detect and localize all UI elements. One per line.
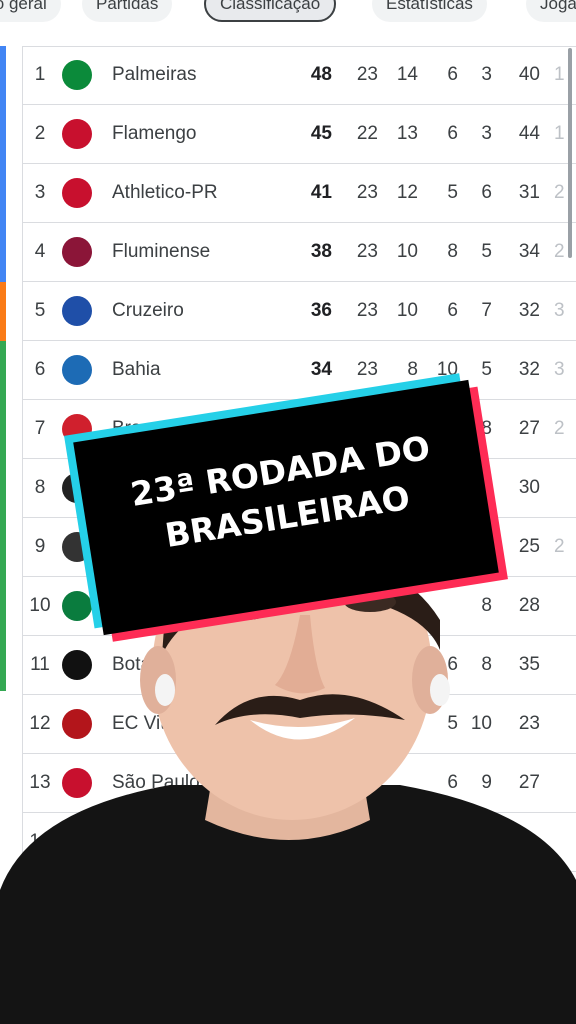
team-crest-icon (62, 237, 92, 267)
wins-cell: 14 (396, 64, 418, 85)
played-cell: 23 (356, 241, 378, 262)
played-cell: 23 (356, 182, 378, 203)
points-cell: 38 (310, 241, 332, 262)
goals-for-cell: 27 (518, 418, 540, 439)
position-cell: 3 (34, 182, 46, 203)
wins-cell: 12 (396, 182, 418, 203)
goals-against-cell: 2 (554, 241, 565, 262)
team-crest-icon (62, 119, 92, 149)
losses-cell: 5 (481, 241, 492, 262)
losses-cell: 7 (481, 300, 492, 321)
goals-for-cell: 32 (518, 359, 540, 380)
goals-for-cell: 32 (518, 300, 540, 321)
position-cell: 7 (34, 418, 46, 439)
team-crest-icon (62, 355, 92, 385)
points-cell: 48 (310, 64, 332, 85)
draws-cell: 6 (447, 300, 458, 321)
played-cell: 23 (356, 64, 378, 85)
zone-libertadores (0, 46, 6, 282)
losses-cell: 3 (481, 123, 492, 144)
wins-cell: 10 (396, 241, 418, 262)
goals-for-cell: 34 (518, 241, 540, 262)
team-name: Palmeiras (112, 64, 197, 85)
goals-for-cell: 31 (518, 182, 540, 203)
team-crest-icon (62, 60, 92, 90)
goals-against-cell: 1 (554, 123, 565, 144)
draws-cell: 6 (447, 123, 458, 144)
position-cell: 8 (34, 477, 46, 498)
table-row[interactable]: 3 Athletico-PR 41 23 12 5 6 31 2 (22, 164, 576, 223)
goals-against-cell: 2 (554, 182, 565, 203)
goals-against-cell: 3 (554, 300, 565, 321)
tab-matches[interactable]: Partidas (82, 0, 173, 22)
goals-against-cell (554, 459, 576, 517)
goals-for-cell: 30 (518, 477, 540, 498)
wins-cell: 13 (396, 123, 418, 144)
tab-overview[interactable]: Visão geral (0, 0, 61, 22)
table-row[interactable]: 1 Palmeiras 48 23 14 6 3 40 1 (22, 46, 576, 105)
team-crest-icon (62, 296, 92, 326)
team-name: Athletico-PR (112, 182, 218, 203)
tab-bar: Visão geral Partidas Classificação Estat… (0, 0, 576, 34)
position-cell: 1 (34, 64, 46, 85)
goals-against-cell: 1 (554, 64, 565, 85)
points-cell: 41 (310, 182, 332, 203)
losses-cell: 6 (481, 182, 492, 203)
position-cell: 5 (34, 300, 46, 321)
points-cell: 45 (310, 123, 332, 144)
goals-against-cell: 2 (554, 418, 565, 439)
position-cell: 2 (34, 123, 46, 144)
team-name: Bahia (112, 359, 161, 380)
team-name: Flamengo (112, 123, 197, 144)
draws-cell: 5 (447, 182, 458, 203)
presenter-image (0, 560, 576, 1024)
goals-for-cell: 40 (518, 64, 540, 85)
table-row[interactable]: 2 Flamengo 45 22 13 6 3 44 1 (22, 105, 576, 164)
team-name: Cruzeiro (112, 300, 184, 321)
team-crest-icon (62, 178, 92, 208)
table-row[interactable]: 5 Cruzeiro 36 23 10 6 7 32 3 (22, 282, 576, 341)
draws-cell: 6 (447, 64, 458, 85)
table-row[interactable]: 6 Bahia 34 23 8 10 5 32 3 (22, 341, 576, 400)
draws-cell: 8 (447, 241, 458, 262)
scrollbar[interactable] (568, 48, 572, 258)
points-cell: 36 (310, 300, 332, 321)
position-cell: 6 (34, 359, 46, 380)
played-cell: 22 (356, 123, 378, 144)
position-cell: 4 (34, 241, 46, 262)
points-cell: 34 (310, 359, 332, 380)
losses-cell: 3 (481, 64, 492, 85)
played-cell: 23 (356, 300, 378, 321)
tab-stats[interactable]: Estatísticas (372, 0, 487, 22)
table-row[interactable]: 4 Fluminense 38 23 10 8 5 34 2 (22, 223, 576, 282)
wins-cell: 10 (396, 300, 418, 321)
team-name: Fluminense (112, 241, 211, 262)
tab-standings[interactable]: Classificação (204, 0, 337, 22)
tab-players[interactable]: Jogadores (526, 0, 576, 22)
goals-against-cell: 3 (554, 359, 565, 380)
zone-pre-libertadores (0, 282, 6, 341)
goals-for-cell: 44 (518, 123, 540, 144)
